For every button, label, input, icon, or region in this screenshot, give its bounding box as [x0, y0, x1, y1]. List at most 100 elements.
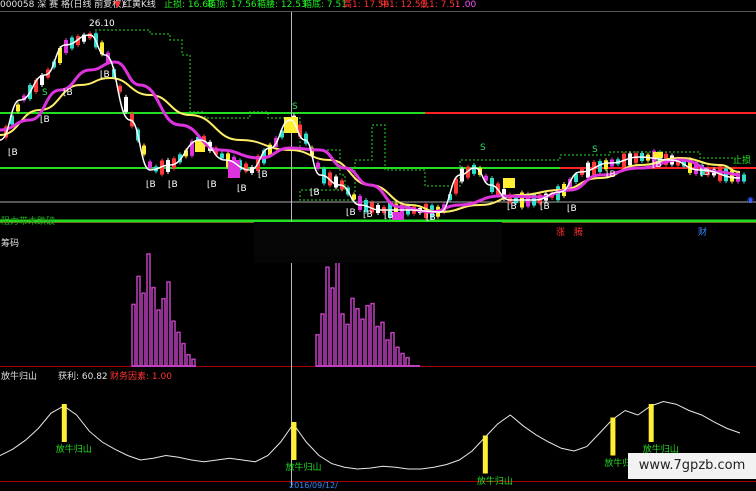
indicator-name[interactable]: 红黄K线	[123, 0, 156, 11]
buy-signal-b: ⌊B	[346, 208, 356, 218]
signal-bar	[648, 404, 654, 442]
sell-signal-s: S	[480, 143, 486, 153]
chip-bar-left	[166, 281, 171, 367]
chip-bar-right	[350, 297, 355, 367]
chip-bar-left	[156, 309, 161, 367]
chip-bar-right	[325, 266, 330, 367]
chip-bar-right	[360, 318, 365, 367]
left-caption: 阻力带未跌破	[1, 217, 56, 227]
osc-signal-label: 放牛归山	[55, 445, 92, 455]
profit-value: 获利: 60.82	[58, 372, 108, 382]
sell-signal-s: S	[592, 145, 598, 155]
buy-signal-b: ⌊B	[567, 204, 577, 214]
osc-panel-title: 放牛归山	[1, 372, 38, 382]
chip-bar-left	[151, 286, 156, 367]
signal-bar	[610, 417, 616, 456]
pin-icon: ▼	[114, 0, 121, 10]
buy-signal-b: ⌊B	[363, 210, 373, 220]
chip-bar-right	[320, 313, 325, 367]
date-fragment: 2016/09/12/	[289, 481, 338, 490]
buy-signal-b: ⌊B	[384, 211, 394, 221]
redacted-area	[254, 222, 502, 263]
stock-title[interactable]: 000058 深 赛 格(日线 前复权)	[0, 0, 125, 11]
chip-bar-right	[405, 356, 410, 367]
buy-signal-b: ⌊B	[207, 180, 217, 190]
buy-signal-b: ⌊B	[258, 170, 268, 180]
tail-value: : .00	[456, 0, 477, 10]
event-up-label: 涨	[556, 228, 566, 238]
oscillator-signal-bars	[61, 404, 654, 474]
buy-signal-b: ⌊B	[8, 148, 18, 158]
candle-body	[142, 145, 146, 155]
signal-bar	[482, 435, 488, 474]
moving-average-lines	[0, 34, 741, 214]
candle-body	[124, 96, 128, 112]
buy-signal-b: ⌊B	[237, 184, 247, 194]
chip-bar-left	[136, 275, 141, 367]
osc-signal-label: 放牛归山	[476, 476, 513, 487]
chip-bar-right	[395, 346, 400, 367]
buy-signal-b: ⌊B	[540, 202, 550, 212]
event-fin-label: 财	[698, 228, 708, 238]
buy-signal-b: ⌊B	[146, 180, 156, 190]
candle-body	[598, 161, 602, 173]
chip-bar-right	[370, 302, 375, 367]
low-value: 低1: 7.51	[420, 0, 461, 10]
candle-body	[220, 153, 224, 159]
chip-bar-right	[380, 321, 385, 367]
box-top-value: 箱顶: 17.56	[207, 0, 257, 10]
box-mid-value: 箱腰: 12.53	[257, 0, 307, 10]
sell-signal-s: S	[42, 88, 48, 98]
chip-bar-left	[146, 253, 151, 367]
buy-signal-b: ⌊B	[63, 88, 73, 98]
chip-bar-right	[390, 331, 395, 367]
buy-signal-b: ⌊B	[700, 168, 710, 178]
chip-bar-right	[345, 323, 350, 367]
buy-signal-b: ⌊B	[507, 202, 517, 212]
buy-signal-b: ⌊B	[40, 115, 50, 125]
chip-bar-right	[375, 325, 380, 367]
chip-bar-right	[335, 261, 340, 367]
osc-signal-label: 放牛归山	[285, 463, 322, 473]
chip-bar-right	[330, 287, 335, 367]
chip-distribution-bars	[131, 253, 420, 367]
buy-signal-b: ⌊B	[168, 180, 178, 190]
right-marker-icon: ◉	[747, 195, 754, 204]
chip-bar-right	[315, 334, 320, 367]
chip-bar-left	[131, 303, 136, 367]
candle-body	[634, 153, 638, 164]
sell-signal-s: S	[292, 102, 298, 112]
candle-body	[148, 161, 152, 169]
chip-bar-right	[340, 313, 345, 367]
candle-body	[334, 176, 338, 188]
stop-loss-tag: 止损	[733, 156, 752, 166]
chip-bar-left	[181, 342, 186, 367]
chip-bar-left	[191, 358, 196, 367]
candle-body	[358, 196, 362, 210]
chip-bar-right	[400, 352, 405, 367]
chip-bar-left	[186, 354, 191, 367]
peak-price-label: 26.10	[89, 19, 115, 29]
candle-highlight	[653, 152, 663, 158]
candle-body	[724, 168, 728, 182]
buy-signal-b: ⌊B	[606, 170, 616, 180]
chip-bar-right	[355, 308, 360, 367]
candle-body	[64, 40, 68, 53]
candle-body	[742, 174, 746, 182]
chip-bar-left	[176, 331, 181, 367]
chip-bar-right	[365, 304, 370, 367]
ma-magenta-line	[0, 60, 741, 214]
buy-signal-b: ⌊B	[652, 160, 662, 170]
chip-bar-left	[141, 292, 146, 367]
event-rise-label: 腾	[574, 228, 584, 238]
candle-body	[604, 160, 608, 170]
box-bottom-value: 箱底: 7.51	[303, 0, 347, 10]
candle-body	[16, 104, 20, 112]
candlestick-series	[4, 31, 746, 220]
chip-bar-left	[171, 320, 176, 367]
candle-highlight	[503, 178, 515, 188]
ma-yellow-line	[0, 76, 741, 214]
chip-bar-left	[161, 298, 166, 367]
chip-panel-title: 筹码	[1, 239, 20, 249]
buy-signal-b: ⌊B	[100, 70, 110, 80]
